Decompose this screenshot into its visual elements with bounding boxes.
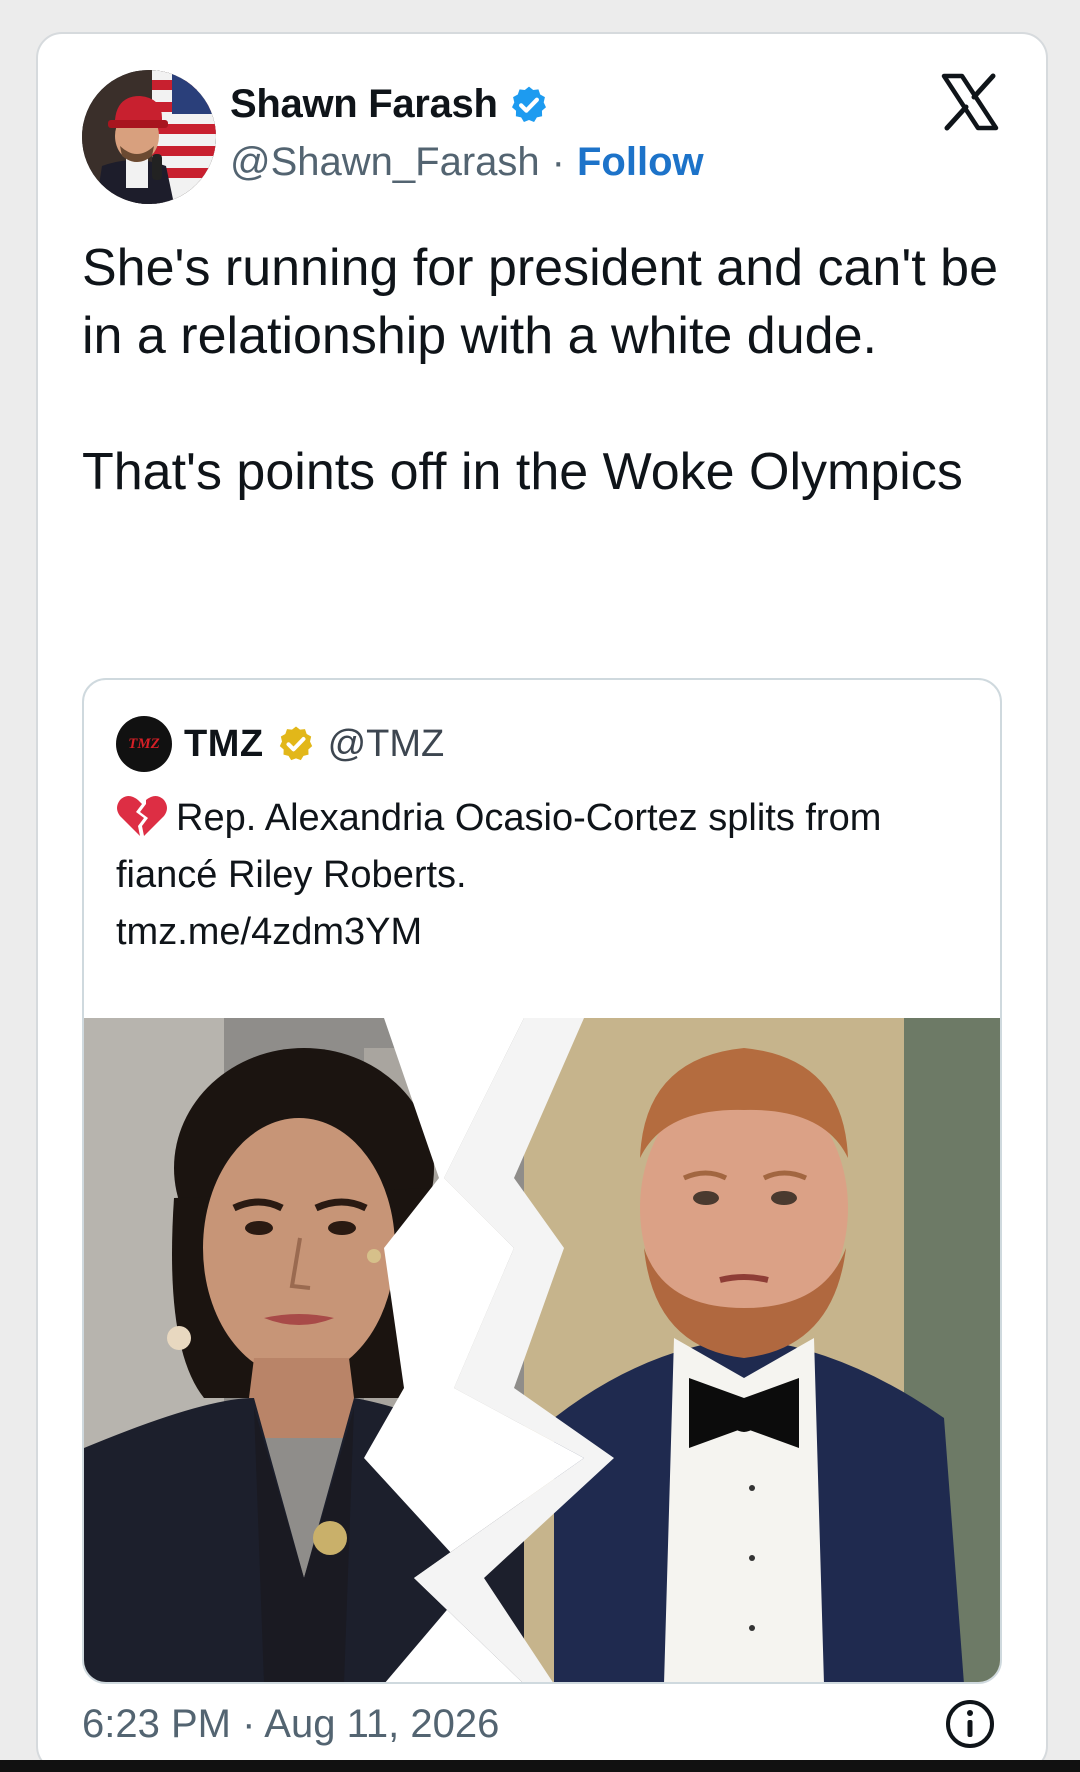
quoted-text-block: Rep. Alexandria Ocasio-Cortez splits fro… [116, 790, 976, 961]
quoted-name[interactable]: TMZ [184, 723, 264, 766]
x-logo-icon[interactable] [938, 70, 1002, 134]
quoted-text: Rep. Alexandria Ocasio-Cortez splits fro… [116, 797, 882, 896]
broken-heart-icon [117, 796, 167, 836]
follow-button[interactable]: Follow [577, 140, 704, 185]
separator-dot: · [551, 140, 565, 184]
split-photo [84, 1018, 1000, 1682]
author-avatar-image [82, 70, 216, 204]
tweet-paragraph-1: She's running for president and can't be… [82, 239, 999, 365]
author-handle[interactable]: @Shawn_Farash [230, 140, 540, 185]
author-name[interactable]: Shawn Farash [230, 82, 498, 127]
handle-row: @Shawn_Farash · Follow [230, 140, 704, 185]
quoted-handle[interactable]: @TMZ [328, 723, 445, 766]
gold-verified-badge-icon [279, 726, 312, 761]
tweet-text: She's running for president and can't be… [82, 234, 1002, 574]
author-avatar[interactable] [82, 70, 216, 204]
quoted-link[interactable]: tmz.me/4zdm3YM [116, 911, 422, 953]
quoted-header: TMZ TMZ @TMZ [116, 716, 444, 772]
info-icon[interactable] [944, 1698, 996, 1750]
tweet-card: Shawn Farash @Shawn_Farash · Follow She'… [36, 32, 1048, 1772]
tweet-paragraph-2: That's points off in the Woke Olympics [82, 443, 963, 501]
tweet-timestamp[interactable]: 6:23 PM · Aug 11, 2026 [82, 1702, 499, 1747]
quoted-avatar-logo: TMZ [128, 735, 160, 752]
bottom-bar [0, 1760, 1080, 1772]
author-name-row: Shawn Farash [230, 82, 550, 127]
quoted-avatar[interactable]: TMZ [116, 716, 172, 772]
quoted-image[interactable] [84, 1018, 1000, 1682]
verified-badge-icon [511, 86, 546, 122]
quoted-tweet[interactable]: TMZ TMZ @TMZ Rep. Alexandria Ocasio-Cort… [82, 678, 1002, 1684]
